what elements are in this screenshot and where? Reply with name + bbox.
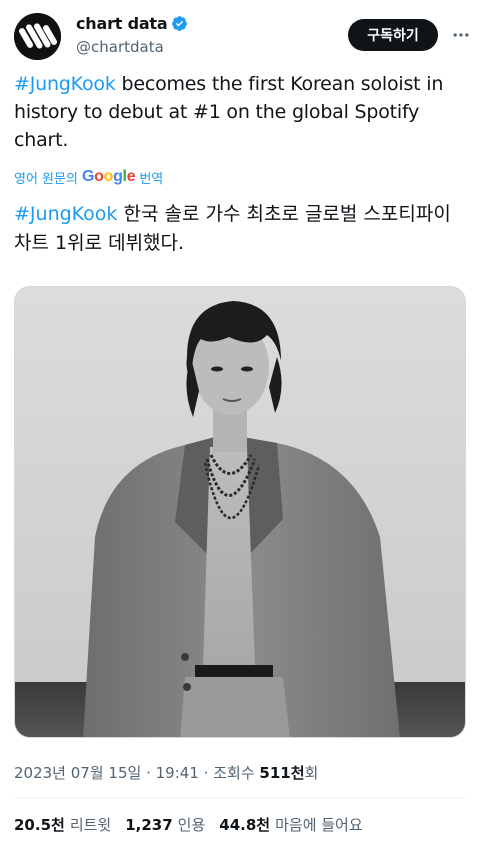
meta-separator-2: · xyxy=(203,764,209,782)
photo-image xyxy=(15,287,465,737)
likes-stat[interactable]: 44.8천 마음에 들어요 xyxy=(219,814,362,835)
translated-text: #JungKook 한국 솔로 가수 최초로 글로벌 스포티파이 차트 1위로 … xyxy=(14,200,466,258)
verified-badge-icon xyxy=(171,15,188,32)
tweet-photo[interactable] xyxy=(14,286,466,738)
translation-attribution[interactable]: 영어 원문의 Google 번역 xyxy=(14,167,163,187)
subscribe-button[interactable]: 구독하기 xyxy=(348,19,438,51)
meta-separator: · xyxy=(146,764,151,782)
author-name[interactable]: chart data xyxy=(76,14,168,33)
tweet-meta: 2023년 07월 15일 · 19:41 · 조회수 511천회 xyxy=(14,762,318,783)
retweets-stat[interactable]: 20.5천 리트윗 xyxy=(14,814,111,835)
engagement-stats: 20.5천 리트윗 1,237 인용 44.8천 마음에 들어요 xyxy=(14,814,363,835)
author-handle[interactable]: @chartdata xyxy=(76,38,164,56)
author-name-row: chart data xyxy=(76,14,188,33)
quotes-stat[interactable]: 1,237 인용 xyxy=(125,814,205,835)
views-prefix: 조회수 xyxy=(213,764,255,782)
likes-label: 마음에 들어요 xyxy=(275,816,363,834)
tweet-time[interactable]: 19:41 xyxy=(156,764,199,782)
retweets-count: 20.5천 xyxy=(14,816,65,834)
tweet-header: chart data @chartdata 구독하기 xyxy=(14,12,469,62)
quotes-label: 인용 xyxy=(177,816,206,834)
views-count: 511천 xyxy=(259,764,305,782)
google-logo: Google xyxy=(81,168,136,185)
tweet-text: #JungKook becomes the first Korean soloi… xyxy=(14,70,466,154)
retweets-label: 리트윗 xyxy=(69,816,112,834)
hashtag-link[interactable]: #JungKook xyxy=(14,73,116,95)
views-suffix: 회 xyxy=(304,764,319,782)
hashtag-link-translated[interactable]: #JungKook xyxy=(14,203,117,225)
translate-suffix: 번역 xyxy=(139,171,164,187)
likes-count: 44.8천 xyxy=(219,816,271,834)
tweet-date[interactable]: 2023년 07월 15일 xyxy=(14,764,141,782)
divider xyxy=(14,797,466,798)
translate-prefix: 영어 원문의 xyxy=(14,171,78,187)
avatar[interactable] xyxy=(14,13,61,60)
more-dots-icon[interactable] xyxy=(450,24,472,46)
quotes-count: 1,237 xyxy=(125,816,173,834)
